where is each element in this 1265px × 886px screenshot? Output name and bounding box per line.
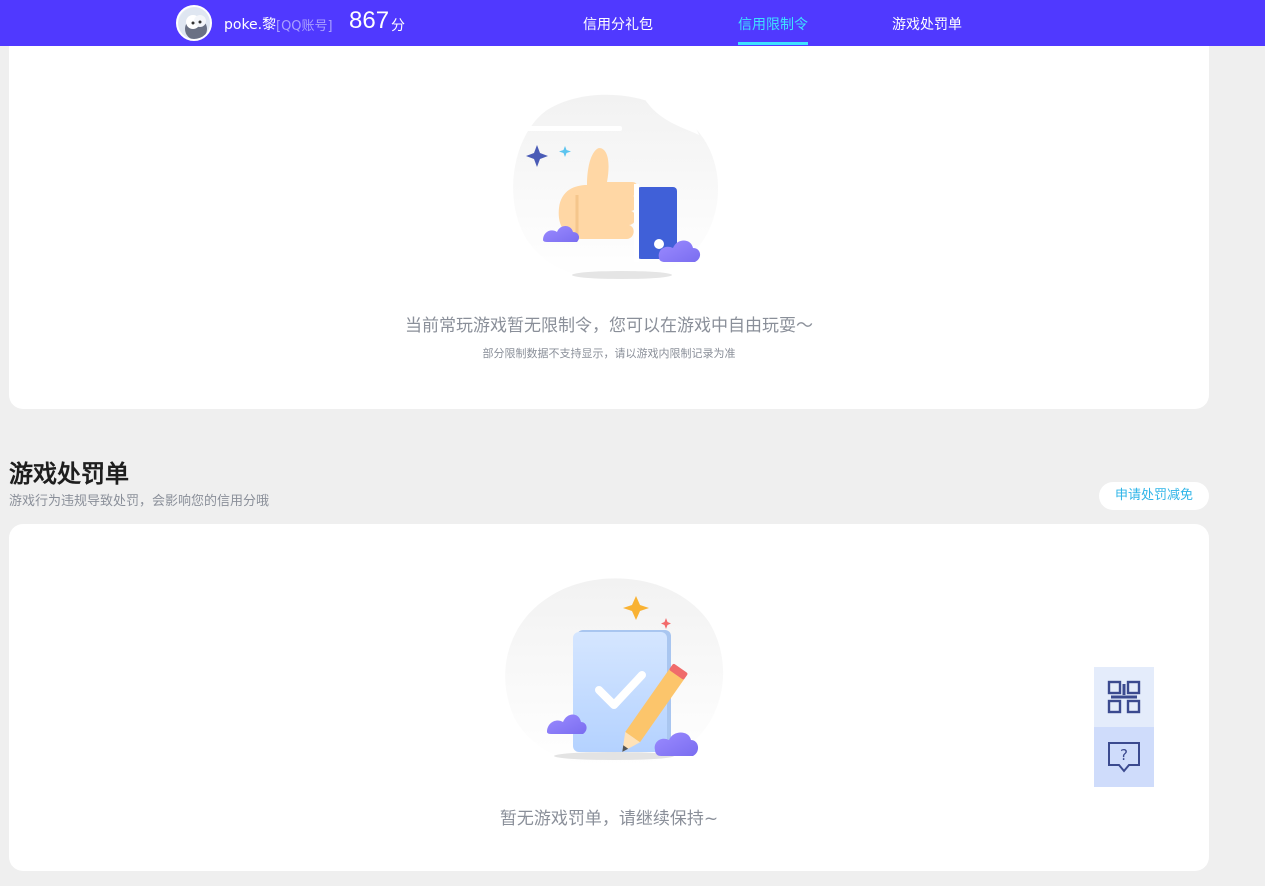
help-feedback-button[interactable]: ? xyxy=(1094,727,1154,787)
top-nav-bar: poke.黎 [QQ账号] 867 分 信用分礼包 信用限制令 游戏处罚单 xyxy=(0,0,1265,46)
tab-game-penalty[interactable]: 游戏处罚单 xyxy=(892,14,962,34)
username: poke.黎 xyxy=(224,17,277,33)
user-avatar[interactable] xyxy=(176,5,212,41)
account-type-label: [QQ账号] xyxy=(276,19,333,34)
penalty-section-title: 游戏处罚单 xyxy=(9,460,129,488)
checklist-pencil-illustration xyxy=(505,578,724,767)
active-tab-indicator xyxy=(738,42,808,45)
qr-code-button[interactable] xyxy=(1094,667,1154,727)
restriction-empty-note: 部分限制数据不支持显示，请以游戏内限制记录为准 xyxy=(482,347,736,360)
credit-score-unit: 分 xyxy=(391,18,405,34)
help-chat-icon: ? xyxy=(1108,742,1140,773)
qr-code-icon xyxy=(1107,680,1141,714)
apply-penalty-reduction-button[interactable]: 申请处罚减免 xyxy=(1099,482,1209,510)
thumbs-up-illustration xyxy=(513,94,719,280)
tab-credit-restriction[interactable]: 信用限制令 xyxy=(738,14,808,34)
tab-credit-gift[interactable]: 信用分礼包 xyxy=(583,14,653,34)
svg-text:?: ? xyxy=(1120,746,1128,764)
penalty-section-subtitle: 游戏行为违规导致处罚，会影响您的信用分哦 xyxy=(9,494,270,509)
credit-score: 867 xyxy=(349,7,390,34)
restriction-card: 当前常玩游戏暂无限制令，您可以在游戏中自由玩耍～ 部分限制数据不支持显示，请以游… xyxy=(9,30,1209,409)
penalty-empty-message: 暂无游戏罚单，请继续保持~ xyxy=(499,809,719,829)
floating-side-tools: ? xyxy=(1094,667,1154,787)
penalty-card: 暂无游戏罚单，请继续保持~ xyxy=(9,524,1209,871)
restriction-empty-message: 当前常玩游戏暂无限制令，您可以在游戏中自由玩耍～ xyxy=(405,316,813,336)
